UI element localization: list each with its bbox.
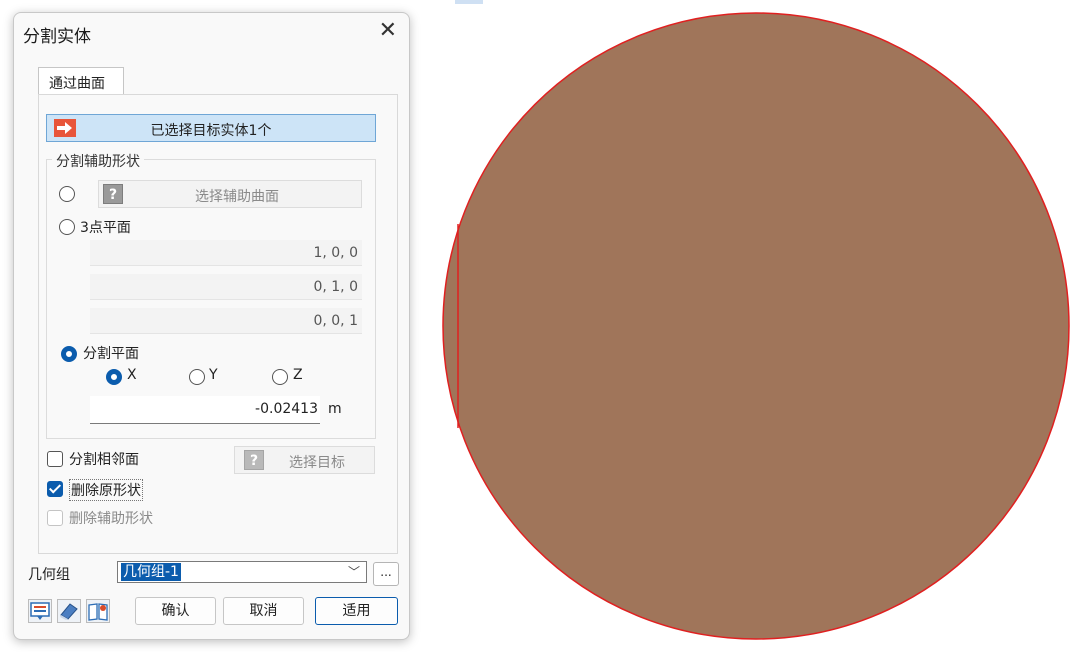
eraser-icon-glyph	[60, 603, 78, 620]
delete-original-checkbox[interactable]	[47, 481, 63, 497]
apply-button[interactable]: 适用	[315, 597, 398, 625]
info-icon-glyph	[30, 602, 50, 620]
more-button[interactable]: ...	[373, 562, 399, 586]
coord-field-3[interactable]: 0, 0, 1	[90, 308, 362, 334]
radio-axis-y[interactable]	[189, 369, 205, 385]
help-book-icon-glyph	[88, 603, 108, 621]
question-icon: ?	[244, 450, 264, 470]
eraser-icon[interactable]	[57, 599, 81, 623]
viewport[interactable]	[420, 0, 1080, 652]
delete-aux-label: 删除辅助形状	[69, 511, 153, 527]
group-legend: 分割辅助形状	[52, 151, 144, 171]
info-icon[interactable]	[28, 599, 52, 623]
split-adjacent-label: 分割相邻面	[69, 452, 139, 468]
radio-aux-surface[interactable]	[59, 186, 75, 202]
select-target-button[interactable]: ? 选择目标	[234, 446, 375, 474]
split-adjacent-checkbox[interactable]	[47, 451, 63, 467]
axis-z-label: Z	[293, 367, 303, 383]
axis-y-label: Y	[209, 367, 218, 383]
axis-x-label: X	[127, 367, 137, 383]
select-target-solid-button[interactable]: 已选择目标实体1个	[46, 114, 376, 142]
tab-by-surface[interactable]: 通过曲面	[38, 67, 124, 95]
geometry-group-value: 几何组-1	[121, 563, 181, 581]
chevron-down-icon: ﹀	[347, 565, 360, 579]
split-solid-dialog: 分割实体 ✕ 通过曲面 已选择目标实体1个 分割辅助形状 ? 选择辅助曲面 3点…	[13, 12, 410, 640]
question-icon: ?	[103, 184, 123, 204]
close-icon[interactable]: ✕	[379, 19, 397, 43]
radio-three-point-plane[interactable]	[59, 219, 75, 235]
radio-axis-z[interactable]	[272, 369, 288, 385]
offset-unit: m	[328, 401, 342, 417]
help-book-icon[interactable]	[86, 599, 110, 623]
select-target-label: 选择目标	[289, 455, 345, 471]
cancel-button[interactable]: 取消	[223, 597, 304, 625]
offset-input[interactable]: -0.02413	[90, 396, 320, 424]
coord-field-2[interactable]: 0, 1, 0	[90, 274, 362, 300]
target-button-label: 已选择目标实体1个	[150, 123, 272, 139]
delete-original-label: 删除原形状	[69, 479, 143, 501]
radio-split-plane[interactable]	[61, 346, 77, 362]
split-plane-label: 分割平面	[83, 346, 139, 362]
geometry-group-label: 几何组	[28, 567, 70, 583]
surface-button-label: 选择辅助曲面	[195, 189, 279, 205]
geometry-group-select[interactable]: 几何组-1 ﹀	[117, 561, 367, 583]
toolbar-fragment	[455, 0, 483, 4]
three-point-label: 3点平面	[80, 220, 131, 236]
dialog-title: 分割实体	[23, 27, 91, 47]
coord-field-1[interactable]: 1, 0, 0	[90, 240, 362, 266]
delete-aux-checkbox	[47, 510, 63, 526]
solid-shape	[442, 12, 1070, 640]
ok-button[interactable]: 确认	[135, 597, 216, 625]
radio-axis-x[interactable]	[106, 369, 122, 385]
select-aux-surface-button[interactable]: ? 选择辅助曲面	[98, 180, 362, 208]
viewport-canvas	[442, 12, 1070, 640]
